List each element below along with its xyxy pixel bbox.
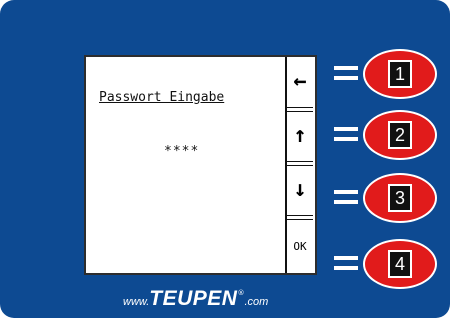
hardware-key-1[interactable]: 1	[363, 49, 437, 99]
equals-sign	[334, 127, 358, 141]
softkey-ok[interactable]: OK	[287, 225, 313, 267]
screen-title: Passwort Eingabe	[99, 90, 225, 105]
softkey-down[interactable]: ↓	[287, 169, 313, 211]
softkey-column: ← ↑ ↓ OK	[285, 57, 315, 273]
equals-sign	[334, 66, 358, 80]
softkey-back[interactable]: ←	[287, 61, 313, 103]
hardware-key-2[interactable]: 2	[363, 110, 437, 160]
equals-sign	[334, 256, 358, 270]
hardware-key-4[interactable]: 4	[363, 239, 437, 289]
key-number: 4	[388, 250, 412, 278]
key-number: 1	[388, 60, 412, 88]
key-number: 2	[388, 121, 412, 149]
password-field[interactable]: ****	[164, 144, 199, 159]
teupen-logo: www. TEUPEN ® .com	[123, 287, 269, 310]
equals-sign	[334, 190, 358, 204]
arrow-left-icon: ←	[293, 69, 307, 94]
hardware-key-3[interactable]: 3	[363, 173, 437, 223]
divider	[287, 215, 313, 220]
key-number: 3	[388, 184, 412, 212]
control-panel: Passwort Eingabe **** ← ↑ ↓ OK 1 2 3 4 w…	[0, 0, 450, 318]
ok-label: OK	[293, 239, 307, 253]
arrow-up-icon: ↑	[293, 123, 307, 148]
arrow-down-icon: ↓	[293, 177, 307, 202]
divider	[287, 107, 313, 112]
divider	[287, 161, 313, 166]
lcd-display: Passwort Eingabe **** ← ↑ ↓ OK	[84, 55, 317, 275]
softkey-up[interactable]: ↑	[287, 115, 313, 157]
